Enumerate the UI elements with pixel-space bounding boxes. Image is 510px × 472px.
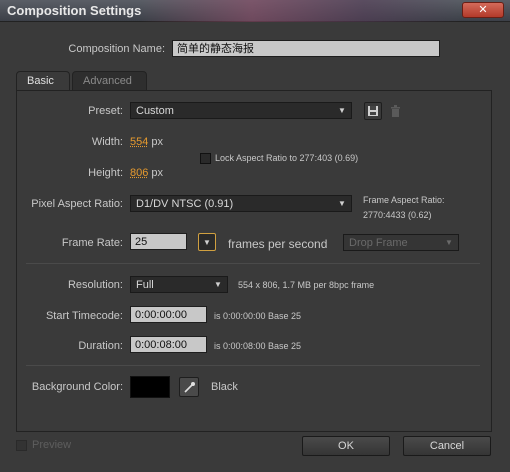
cancel-button[interactable]: Cancel	[403, 436, 491, 456]
width-label: Width:	[91, 136, 123, 148]
save-icon[interactable]	[364, 102, 382, 120]
composition-name-field[interactable]: 简单的静态海报	[172, 40, 440, 57]
duration-label: Duration:	[78, 340, 123, 352]
section-divider	[26, 365, 480, 366]
start-timecode-info: is 0:00:00:00 Base 25	[214, 311, 302, 321]
height-unit: px	[151, 167, 164, 179]
frame-rate-field[interactable]: 25	[130, 233, 187, 250]
frames-per-second-label: frames per second	[228, 237, 328, 251]
chevron-down-icon: ▼	[214, 280, 222, 289]
resolution-value: Full	[136, 279, 154, 291]
height-value[interactable]: 806	[130, 167, 148, 179]
pixel-aspect-value: D1/DV NTSC (0.91)	[136, 198, 234, 210]
title-bar-background	[140, 0, 460, 22]
pixel-aspect-label: Pixel Aspect Ratio:	[31, 198, 123, 210]
preset-label: Preset:	[88, 105, 123, 117]
drop-frame-value: Drop Frame	[349, 237, 408, 249]
preset-value: Custom	[136, 105, 174, 117]
title-bar: Composition Settings ✕	[0, 0, 510, 22]
preview-checkbox	[16, 440, 27, 451]
window-title: Composition Settings	[7, 3, 142, 18]
frame-rate-label: Frame Rate:	[61, 237, 123, 249]
width-value-group: 554 px	[130, 136, 163, 148]
chevron-down-icon: ▼	[338, 106, 346, 115]
duration-info: is 0:00:08:00 Base 25	[214, 341, 302, 351]
lock-aspect-label: Lock Aspect Ratio to 277:403 (0.69)	[215, 153, 359, 163]
height-label: Height:	[88, 167, 123, 179]
pixel-aspect-select[interactable]: D1/DV NTSC (0.91) ▼	[130, 195, 352, 212]
tab-basic[interactable]: Basic	[16, 71, 70, 91]
drop-frame-select: Drop Frame ▼	[343, 234, 459, 251]
resolution-select[interactable]: Full ▼	[130, 276, 228, 293]
background-color-label: Background Color:	[31, 381, 123, 393]
background-color-name: Black	[211, 381, 238, 393]
ok-button[interactable]: OK	[302, 436, 390, 456]
tab-advanced[interactable]: Advanced	[72, 71, 147, 91]
composition-settings-dialog: Composition Name: 简单的静态海报 Basic Advanced…	[0, 22, 510, 472]
resolution-info: 554 x 806, 1.7 MB per 8bpc frame	[238, 280, 375, 290]
chevron-down-icon: ▼	[445, 238, 453, 247]
chevron-down-icon: ▼	[338, 199, 346, 208]
trash-icon[interactable]	[386, 102, 404, 120]
eyedropper-icon[interactable]	[179, 377, 199, 397]
frame-rate-dropdown-button[interactable]: ▼	[198, 233, 216, 251]
background-color-swatch[interactable]	[130, 376, 170, 398]
section-divider	[26, 263, 480, 264]
composition-name-label: Composition Name:	[68, 43, 165, 55]
start-timecode-label: Start Timecode:	[45, 310, 123, 322]
start-timecode-field[interactable]: 0:00:00:00	[130, 306, 207, 323]
resolution-label: Resolution:	[67, 279, 123, 291]
duration-field[interactable]: 0:00:08:00	[130, 336, 207, 353]
lock-aspect-checkbox[interactable]	[200, 153, 211, 164]
close-button[interactable]: ✕	[462, 2, 504, 18]
preset-select[interactable]: Custom ▼	[130, 102, 352, 119]
frame-aspect-value: 2770:4433 (0.62)	[363, 210, 432, 220]
frame-aspect-title: Frame Aspect Ratio:	[363, 195, 445, 205]
width-value[interactable]: 554	[130, 136, 148, 148]
preview-label: Preview	[32, 439, 72, 451]
height-value-group: 806 px	[130, 167, 163, 179]
chevron-down-icon: ▼	[203, 237, 211, 247]
width-unit: px	[151, 136, 164, 148]
